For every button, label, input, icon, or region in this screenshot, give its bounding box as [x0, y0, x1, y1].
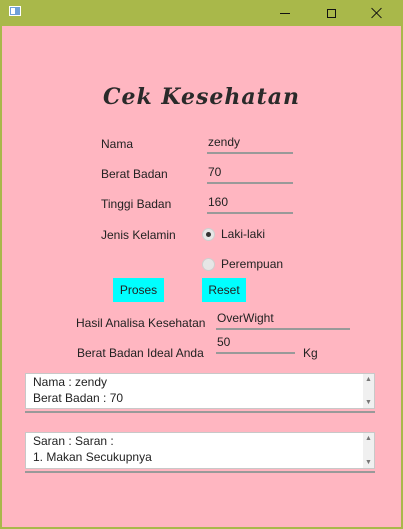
- close-button[interactable]: [354, 0, 400, 26]
- saran-line: 1. Makan Secukupnya: [33, 450, 152, 464]
- page-title: Cek Kesehatan: [102, 84, 301, 110]
- radio-perempuan-label: Perempuan: [221, 257, 284, 271]
- summary-line: Berat Badan : 70: [33, 391, 124, 405]
- title-bar[interactable]: [0, 0, 403, 26]
- minimize-icon: [280, 12, 290, 14]
- saran-scrollbar[interactable]: ▲ ▼: [363, 433, 374, 468]
- radio-laki-laki[interactable]: Laki-laki: [202, 227, 265, 241]
- saran-line: Saran : Saran :: [33, 434, 114, 448]
- summary-underline: [25, 411, 375, 413]
- radio-unchecked-icon: [202, 257, 215, 271]
- summary-line: Nama : zendy: [33, 375, 108, 389]
- scroll-up-icon[interactable]: ▲: [365, 376, 372, 383]
- scroll-down-icon[interactable]: ▼: [365, 459, 372, 466]
- saran-underline: [25, 471, 375, 473]
- scroll-up-icon[interactable]: ▲: [365, 435, 372, 442]
- kg-unit-label: Kg: [303, 346, 318, 360]
- berat-badan-field[interactable]: 70: [207, 164, 293, 184]
- radio-checked-icon: [202, 227, 215, 241]
- berat-badan-label: Berat Badan: [101, 167, 168, 181]
- app-window: Cek Kesehatan Nama zendy Berat Badan 70 …: [0, 0, 403, 529]
- close-icon: [371, 7, 383, 19]
- radio-laki-laki-label: Laki-laki: [221, 227, 266, 241]
- reset-button[interactable]: Reset: [202, 278, 246, 302]
- maximize-icon: [326, 8, 336, 18]
- hasil-analisa-label: Hasil Analisa Kesehatan: [76, 316, 206, 330]
- app-icon: [9, 6, 21, 16]
- berat-ideal-label: Berat Badan Ideal Anda: [77, 346, 204, 360]
- summary-scrollbar[interactable]: ▲ ▼: [363, 374, 374, 408]
- maximize-button[interactable]: [308, 0, 354, 26]
- minimize-button[interactable]: [262, 0, 308, 26]
- proses-button[interactable]: Proses: [113, 278, 164, 302]
- radio-perempuan[interactable]: Perempuan: [202, 257, 283, 271]
- tinggi-badan-field[interactable]: 160: [207, 194, 293, 214]
- summary-textarea[interactable]: Nama : zendy Berat Badan : 70 ▲ ▼: [25, 373, 375, 409]
- nama-field[interactable]: zendy: [207, 134, 293, 154]
- form-panel: Cek Kesehatan Nama zendy Berat Badan 70 …: [2, 26, 401, 527]
- berat-ideal-field[interactable]: 50: [216, 334, 295, 354]
- hasil-analisa-field[interactable]: OverWight: [216, 310, 350, 330]
- saran-textarea[interactable]: Saran : Saran : 1. Makan Secukupnya ▲ ▼: [25, 432, 375, 469]
- nama-label: Nama: [101, 137, 134, 151]
- tinggi-badan-label: Tinggi Badan: [101, 197, 172, 211]
- scroll-down-icon[interactable]: ▼: [365, 399, 372, 406]
- jenis-kelamin-label: Jenis Kelamin: [101, 228, 176, 242]
